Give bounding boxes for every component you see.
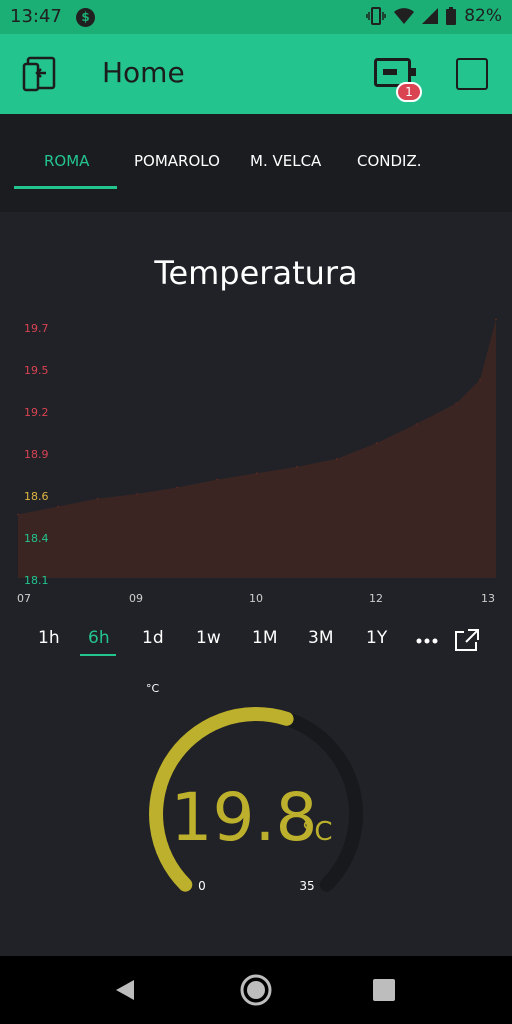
active-tab-indicator bbox=[14, 186, 117, 189]
x-tick-label: 10 bbox=[249, 592, 263, 605]
y-tick-label: 19.5 bbox=[24, 364, 49, 377]
wifi-icon bbox=[394, 8, 415, 24]
y-tick-label: 18.9 bbox=[24, 448, 49, 461]
data-point bbox=[479, 378, 481, 381]
vibrate-icon bbox=[366, 7, 386, 25]
range-1w[interactable]: 1w bbox=[196, 628, 221, 648]
x-tick-label: 07 bbox=[17, 592, 31, 605]
app-notification-icon: $ bbox=[76, 8, 95, 27]
tab-roma[interactable]: ROMA bbox=[44, 152, 89, 170]
cellular-signal-icon bbox=[422, 8, 439, 24]
data-point bbox=[176, 486, 179, 489]
active-range-indicator bbox=[80, 654, 116, 656]
data-point bbox=[17, 513, 19, 516]
recents-icon[interactable] bbox=[366, 972, 402, 1008]
tab-pomarolo[interactable]: POMAROLO bbox=[134, 152, 220, 170]
data-point bbox=[57, 505, 59, 508]
square-button[interactable] bbox=[456, 58, 488, 90]
data-point bbox=[415, 423, 418, 425]
open-fullscreen-icon[interactable] bbox=[454, 628, 480, 652]
temperature-gauge: 19.8 °C 0 35 bbox=[149, 707, 363, 893]
y-tick-label: 18.6 bbox=[24, 490, 49, 503]
tab-m-velca[interactable]: M. VELCA bbox=[250, 152, 321, 170]
x-tick-label: 13 bbox=[481, 592, 495, 605]
temperature-area bbox=[18, 319, 496, 578]
status-bar: 13:47 $ 82% bbox=[0, 0, 512, 34]
data-point bbox=[96, 497, 99, 500]
y-tick-label: 19.2 bbox=[24, 406, 49, 419]
data-point bbox=[136, 493, 139, 495]
tab-condiz[interactable]: CONDIZ. bbox=[357, 152, 422, 170]
data-point bbox=[335, 458, 338, 460]
status-time: 13:47 bbox=[10, 6, 62, 27]
tab-bar: ROMA POMAROLO M. VELCA CONDIZ. bbox=[0, 114, 512, 212]
dashboard-panel: Temperatura 19.7 19.5 19.2 18.9 18.6 18.4 18.1… bbox=[0, 212, 512, 956]
data-point bbox=[256, 472, 258, 475]
battery-icon bbox=[446, 7, 457, 25]
home-icon[interactable] bbox=[238, 972, 274, 1008]
back-icon[interactable] bbox=[108, 972, 144, 1008]
gauge-value: 19.8 bbox=[171, 779, 318, 856]
x-tick-label: 09 bbox=[129, 592, 143, 605]
gauge-min: 0 bbox=[198, 879, 206, 893]
more-icon[interactable] bbox=[416, 638, 438, 644]
status-icons: 82% bbox=[366, 6, 502, 26]
x-tick-label: 12 bbox=[369, 592, 383, 605]
system-nav-bar bbox=[0, 956, 512, 1024]
data-point bbox=[455, 402, 457, 405]
exit-app-icon[interactable] bbox=[22, 56, 58, 92]
data-point bbox=[495, 318, 497, 321]
battery-percent: 82% bbox=[464, 6, 502, 26]
badge-count: 1 bbox=[405, 85, 413, 99]
data-point bbox=[216, 478, 218, 481]
gauge-max: 35 bbox=[299, 879, 314, 893]
range-1m[interactable]: 1M bbox=[252, 628, 277, 648]
range-1h[interactable]: 1h bbox=[38, 628, 60, 648]
gauge-unit: °C bbox=[301, 817, 332, 847]
gauge-unit-label: °C bbox=[146, 682, 160, 695]
data-point bbox=[296, 466, 298, 468]
range-3m[interactable]: 3M bbox=[308, 628, 333, 648]
y-tick-label: 18.1 bbox=[24, 574, 49, 587]
range-1y[interactable]: 1Y bbox=[366, 628, 387, 648]
data-point bbox=[375, 442, 378, 444]
app-bar: Home 1 bbox=[0, 34, 512, 114]
time-range-selector: 1h 6h 1d 1w 1M 3M 1Y bbox=[0, 622, 512, 662]
page-title: Home bbox=[102, 56, 185, 89]
temperature-chart[interactable]: 19.7 19.5 19.2 18.9 18.6 18.4 18.1 07 09 10 12 13 bbox=[0, 312, 512, 612]
range-1d[interactable]: 1d bbox=[142, 628, 164, 648]
range-6h[interactable]: 6h bbox=[88, 628, 110, 648]
chart-title: Temperatura bbox=[154, 254, 358, 292]
notification-badge: 1 bbox=[396, 82, 422, 102]
y-tick-label: 18.4 bbox=[24, 532, 49, 545]
y-tick-label: 19.7 bbox=[24, 322, 49, 335]
